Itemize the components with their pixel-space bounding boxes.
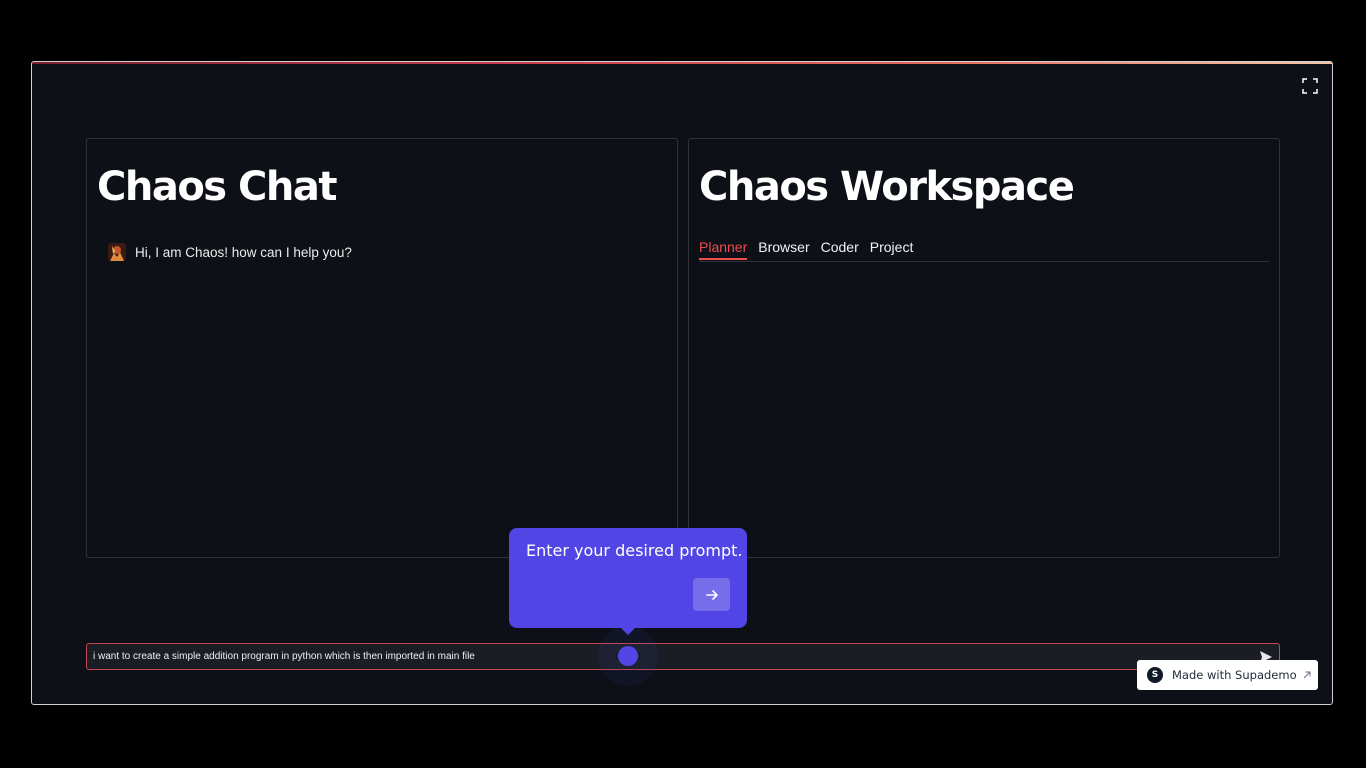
- made-with-supademo-badge[interactable]: S Made with Supademo: [1137, 660, 1318, 690]
- gradient-top-border: [32, 62, 1332, 64]
- chat-message-text: Hi, I am Chaos! how can I help you?: [135, 244, 352, 260]
- arrow-right-icon: [705, 589, 718, 600]
- chat-message: Hi, I am Chaos! how can I help you?: [108, 243, 352, 261]
- tab-coder[interactable]: Coder: [821, 237, 859, 260]
- guide-tooltip: Enter your desired prompt.: [509, 528, 747, 635]
- tab-browser[interactable]: Browser: [758, 237, 809, 260]
- workspace-tabs: Planner Browser Coder Project: [699, 237, 1269, 262]
- workspace-title: Chaos Workspace: [699, 164, 1075, 210]
- supademo-logo-icon: S: [1147, 667, 1163, 683]
- guide-hotspot[interactable]: [618, 646, 638, 666]
- prompt-input[interactable]: [93, 651, 1279, 662]
- tab-project[interactable]: Project: [870, 237, 914, 260]
- workspace-panel: Chaos Workspace Planner Browser Coder Pr…: [688, 138, 1280, 558]
- supademo-label: Made with Supademo: [1172, 668, 1297, 682]
- app-frame: Chaos Chat Hi, I am Chaos! how can I hel…: [31, 61, 1333, 705]
- external-link-icon: [1303, 671, 1311, 679]
- tooltip-text: Enter your desired prompt.: [526, 541, 743, 560]
- chat-title: Chaos Chat: [97, 164, 337, 210]
- fullscreen-icon[interactable]: [1302, 78, 1318, 94]
- chaos-avatar-icon: [108, 243, 126, 261]
- prompt-bar: [86, 643, 1280, 670]
- chat-panel: Chaos Chat Hi, I am Chaos! how can I hel…: [86, 138, 678, 558]
- tooltip-next-button[interactable]: [693, 578, 730, 611]
- tab-planner[interactable]: Planner: [699, 237, 748, 260]
